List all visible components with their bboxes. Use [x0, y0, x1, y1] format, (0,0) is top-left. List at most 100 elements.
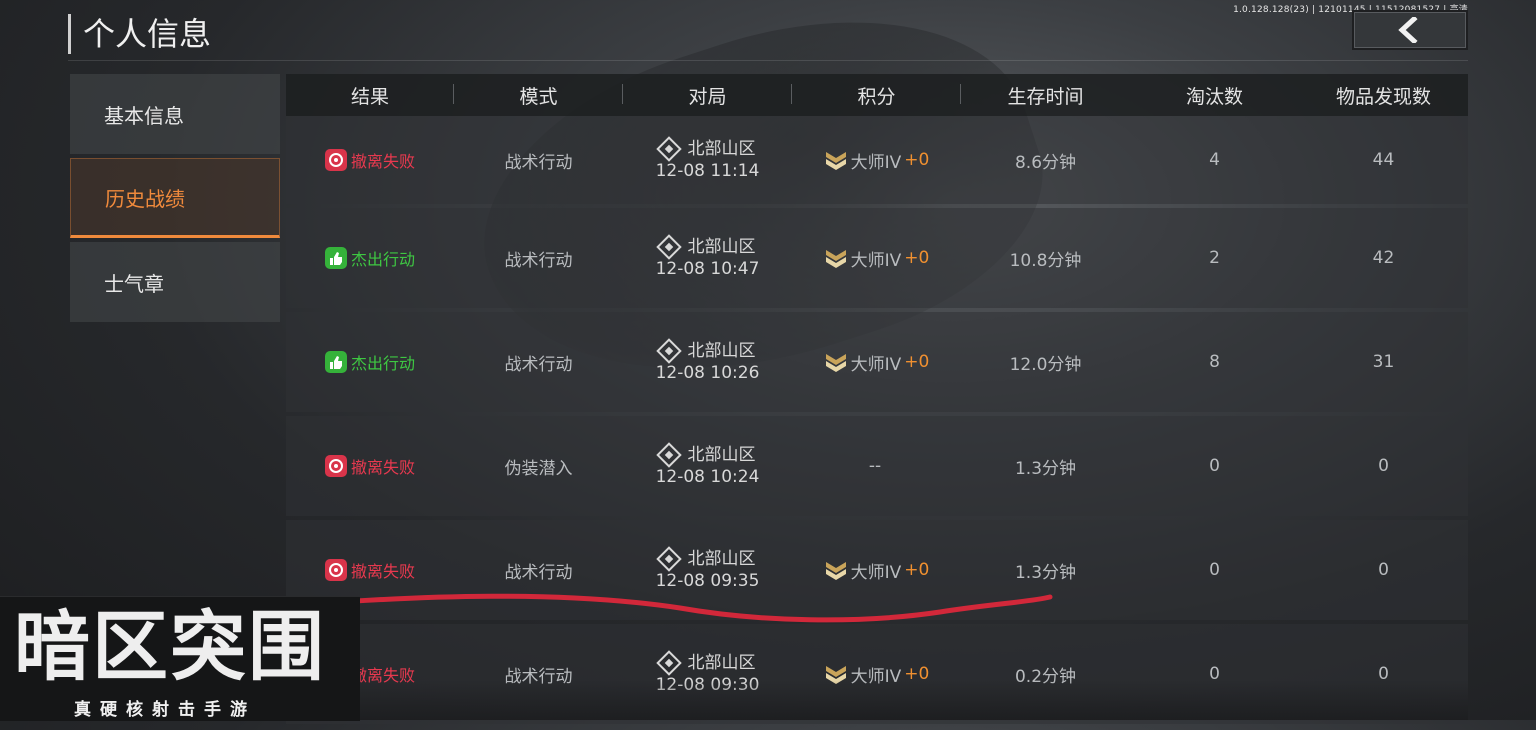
- sidebar-item-match-history[interactable]: 历史战绩: [70, 158, 280, 238]
- table-header: 结果 模式 对局 积分 生存时间 淘汰数 物品发现数: [286, 74, 1468, 116]
- map-name: 北部山区: [687, 653, 756, 673]
- mode-cell: 战术行动: [504, 152, 573, 173]
- map-marker-icon: [655, 136, 682, 162]
- rank-chevron-icon: [825, 666, 846, 684]
- match-time: 12-08 09:30: [655, 675, 760, 695]
- survival-time-cell: 1.3分钟: [1014, 562, 1077, 583]
- score-delta: +0: [904, 150, 930, 170]
- title-divider: [68, 60, 1468, 61]
- map-name: 北部山区: [687, 237, 756, 257]
- result-cell: 撤离失败: [286, 148, 454, 172]
- result-label: 杰出行动: [350, 250, 415, 269]
- mode-cell: 战术行动: [504, 354, 573, 375]
- survival-time-cell: 0.2分钟: [1014, 666, 1077, 687]
- failure-target-icon: [324, 455, 347, 477]
- column-header-items-found: 物品发现数: [1335, 85, 1431, 108]
- column-header-result: 结果: [286, 82, 454, 109]
- result-cell: 杰出行动: [286, 246, 454, 270]
- rank-chevron-icon: [825, 250, 846, 268]
- result-label: 撤离失败: [350, 152, 415, 171]
- match-cell: 北部山区 12-08 11:14: [623, 136, 792, 182]
- sidebar-item-label: 基本信息: [104, 103, 184, 128]
- mode-cell: 战术行动: [504, 666, 573, 687]
- rank-label: 大师IV: [850, 152, 902, 173]
- page-title: 个人信息: [68, 14, 211, 54]
- table-row[interactable]: 杰出行动 战术行动 北部山区 12-08 10:26 大师IV +0 12.0分钟 8 31: [286, 312, 1468, 412]
- score-cell: 大师IV +0: [792, 558, 961, 583]
- map-marker-icon: [655, 338, 682, 364]
- eliminations-cell: 0: [1209, 560, 1220, 580]
- match-cell: 北部山区 12-08 10:26: [623, 338, 792, 384]
- result-label: 撤离失败: [350, 458, 415, 477]
- survival-time-cell: 8.6分钟: [1014, 152, 1077, 173]
- failure-target-icon: [324, 149, 347, 171]
- table-row[interactable]: 撤离失败 战术行动 北部山区 12-08 09:30 大师IV +0 0.2分钟 0 0: [286, 624, 1468, 724]
- rank-label: --: [868, 456, 882, 476]
- result-cell: 杰出行动: [286, 350, 454, 374]
- column-header-mode: 模式: [454, 82, 623, 109]
- sidebar: 基本信息 历史战绩 士气章: [70, 74, 280, 326]
- mode-cell: 战术行动: [504, 562, 573, 583]
- match-cell: 北部山区 12-08 10:47: [623, 234, 792, 280]
- match-time: 12-08 10:47: [655, 259, 760, 279]
- column-header-survival-time: 生存时间: [1007, 85, 1084, 108]
- map-name: 北部山区: [687, 139, 756, 159]
- table-row[interactable]: 撤离失败 伪装潜入 北部山区 12-08 10:24 -- 1.3分钟 0 0: [286, 416, 1468, 516]
- eliminations-cell: 4: [1209, 150, 1220, 170]
- failure-target-icon: [324, 559, 347, 581]
- column-header-score: 积分: [792, 82, 961, 109]
- map-marker-icon: [655, 234, 682, 260]
- table-body[interactable]: 撤离失败 战术行动 北部山区 12-08 11:14 大师IV +0 8.6分钟 4 44 杰出行…: [286, 116, 1468, 730]
- back-button[interactable]: [1352, 10, 1468, 50]
- eliminations-cell: 0: [1209, 664, 1220, 684]
- result-label: 杰出行动: [350, 354, 415, 373]
- logo-subtitle: 真硬核射击手游: [74, 700, 256, 720]
- items-found-cell: 0: [1378, 664, 1389, 684]
- thumbs-up-icon: [324, 247, 347, 269]
- map-name: 北部山区: [687, 445, 756, 465]
- match-history-table: 结果 模式 对局 积分 生存时间 淘汰数 物品发现数 撤离失败 战术行动 北部山区 1…: [286, 74, 1468, 730]
- eliminations-cell: 0: [1209, 456, 1220, 476]
- survival-time-cell: 1.3分钟: [1014, 458, 1077, 479]
- sidebar-item-basic-info[interactable]: 基本信息: [70, 74, 280, 154]
- game-logo-watermark: 暗区突围 真硬核射击手游: [0, 596, 360, 721]
- rank-label: 大师IV: [850, 562, 902, 583]
- table-row[interactable]: 杰出行动 战术行动 北部山区 12-08 10:47 大师IV +0 10.8分钟 2 42: [286, 208, 1468, 308]
- score-cell: 大师IV +0: [792, 148, 961, 173]
- map-name: 北部山区: [687, 341, 756, 361]
- rank-chevron-icon: [825, 152, 846, 170]
- items-found-cell: 44: [1372, 150, 1395, 170]
- back-arrow-icon: [1398, 17, 1418, 43]
- sidebar-item-label: 历史战绩: [105, 186, 185, 211]
- rank-label: 大师IV: [850, 354, 902, 375]
- score-delta: +0: [904, 560, 930, 580]
- rank-chevron-icon: [825, 354, 846, 372]
- score-cell: 大师IV +0: [792, 662, 961, 687]
- survival-time-cell: 10.8分钟: [1009, 250, 1082, 271]
- rank-label: 大师IV: [850, 666, 902, 687]
- items-found-cell: 31: [1372, 352, 1395, 372]
- thumbs-up-icon: [324, 351, 347, 373]
- items-found-cell: 42: [1372, 248, 1395, 268]
- score-delta: +0: [904, 352, 930, 372]
- map-marker-icon: [655, 650, 682, 676]
- items-found-cell: 0: [1378, 560, 1389, 580]
- map-marker-icon: [655, 546, 682, 572]
- sidebar-item-morale-badge[interactable]: 士气章: [70, 242, 280, 322]
- match-cell: 北部山区 12-08 09:30: [623, 650, 792, 696]
- mode-cell: 战术行动: [504, 250, 573, 271]
- map-marker-icon: [655, 442, 682, 468]
- match-time: 12-08 10:26: [655, 363, 760, 383]
- column-header-match: 对局: [623, 82, 792, 109]
- result-cell: 撤离失败: [286, 454, 454, 478]
- match-time: 12-08 09:35: [655, 571, 760, 591]
- score-delta: +0: [904, 248, 930, 268]
- match-cell: 北部山区 12-08 09:35: [623, 546, 792, 592]
- mode-cell: 伪装潜入: [504, 458, 573, 479]
- items-found-cell: 0: [1378, 456, 1389, 476]
- score-delta: +0: [904, 664, 930, 684]
- table-row[interactable]: 撤离失败 战术行动 北部山区 12-08 11:14 大师IV +0 8.6分钟 4 44: [286, 116, 1468, 204]
- logo-title: 暗区突围: [14, 602, 326, 691]
- column-header-eliminations: 淘汰数: [1185, 85, 1243, 108]
- table-row[interactable]: 撤离失败 战术行动 北部山区 12-08 09:35 大师IV +0 1.3分钟 0 0: [286, 520, 1468, 620]
